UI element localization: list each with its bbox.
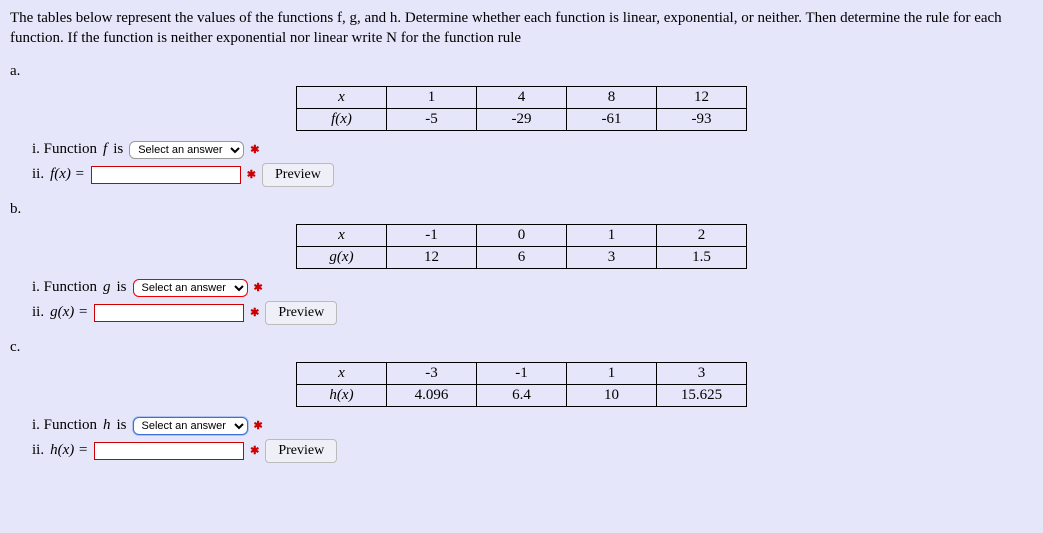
part-c-preview-button[interactable]: Preview xyxy=(265,439,337,463)
table-b-x2: 1 xyxy=(567,224,657,246)
part-b-i-prefix: i. Function xyxy=(32,279,97,296)
asterisk-icon: ✱ xyxy=(250,143,259,156)
part-c-rule-input[interactable] xyxy=(94,442,244,460)
table-b: x -1 0 1 2 g(x) 12 6 3 1.5 xyxy=(296,224,747,269)
table-b-y3: 1.5 xyxy=(657,246,747,268)
table-c-var: x xyxy=(297,362,387,384)
part-a-i-fn: f xyxy=(103,141,107,158)
table-c-x3: 3 xyxy=(657,362,747,384)
part-a-ii-fn: f(x) = xyxy=(50,166,85,183)
part-b-ii-fn: g(x) = xyxy=(50,304,88,321)
table-a-x1: 4 xyxy=(477,86,567,108)
table-a-x0: 1 xyxy=(387,86,477,108)
table-b-x3: 2 xyxy=(657,224,747,246)
question-text: The tables below represent the values of… xyxy=(10,8,1033,49)
table-c-x2: 1 xyxy=(567,362,657,384)
table-b-y2: 3 xyxy=(567,246,657,268)
table-c-fn: h(x) xyxy=(297,384,387,406)
table-c-x1: -1 xyxy=(477,362,567,384)
part-b-i-suffix: is xyxy=(117,279,127,296)
table-a: x 1 4 8 12 f(x) -5 -29 -61 -93 xyxy=(296,86,747,131)
table-c-y2: 10 xyxy=(567,384,657,406)
table-b-fn: g(x) xyxy=(297,246,387,268)
table-a-var: x xyxy=(297,86,387,108)
table-c-y1: 6.4 xyxy=(477,384,567,406)
part-b-preview-button[interactable]: Preview xyxy=(265,301,337,325)
table-a-y3: -93 xyxy=(657,108,747,130)
table-a-fn: f(x) xyxy=(297,108,387,130)
table-c-y0: 4.096 xyxy=(387,384,477,406)
asterisk-icon: ✱ xyxy=(247,168,256,181)
part-c-i-prefix: i. Function xyxy=(32,417,97,434)
part-b-label: b. xyxy=(10,201,1033,218)
part-c-label: c. xyxy=(10,339,1033,356)
part-a-ii-prefix: ii. xyxy=(32,166,44,183)
table-a-x2: 8 xyxy=(567,86,657,108)
part-c-ii-prefix: ii. xyxy=(32,442,44,459)
table-a-y0: -5 xyxy=(387,108,477,130)
table-c-y3: 15.625 xyxy=(657,384,747,406)
asterisk-icon: ✱ xyxy=(254,281,263,294)
part-b-i-fn: g xyxy=(103,279,111,296)
table-b-y1: 6 xyxy=(477,246,567,268)
table-a-y1: -29 xyxy=(477,108,567,130)
asterisk-icon: ✱ xyxy=(254,419,263,432)
part-c-i-fn: h xyxy=(103,417,111,434)
table-b-x0: -1 xyxy=(387,224,477,246)
part-c-type-select[interactable]: Select an answer xyxy=(133,417,248,435)
asterisk-icon: ✱ xyxy=(250,306,259,319)
table-b-y0: 12 xyxy=(387,246,477,268)
table-b-x1: 0 xyxy=(477,224,567,246)
table-a-x3: 12 xyxy=(657,86,747,108)
part-a-rule-input[interactable] xyxy=(91,166,241,184)
part-b-type-select[interactable]: Select an answer xyxy=(133,279,248,297)
table-c: x -3 -1 1 3 h(x) 4.096 6.4 10 15.625 xyxy=(296,362,747,407)
part-a-i-suffix: is xyxy=(113,141,123,158)
part-c-ii-fn: h(x) = xyxy=(50,442,88,459)
table-a-y2: -61 xyxy=(567,108,657,130)
part-b-ii-prefix: ii. xyxy=(32,304,44,321)
part-a-preview-button[interactable]: Preview xyxy=(262,163,334,187)
part-c-i-suffix: is xyxy=(117,417,127,434)
table-b-var: x xyxy=(297,224,387,246)
table-c-x0: -3 xyxy=(387,362,477,384)
part-a-label: a. xyxy=(10,63,1033,80)
part-b-rule-input[interactable] xyxy=(94,304,244,322)
part-a-i-prefix: i. Function xyxy=(32,141,97,158)
part-a-type-select[interactable]: Select an answer xyxy=(129,141,244,159)
asterisk-icon: ✱ xyxy=(250,444,259,457)
